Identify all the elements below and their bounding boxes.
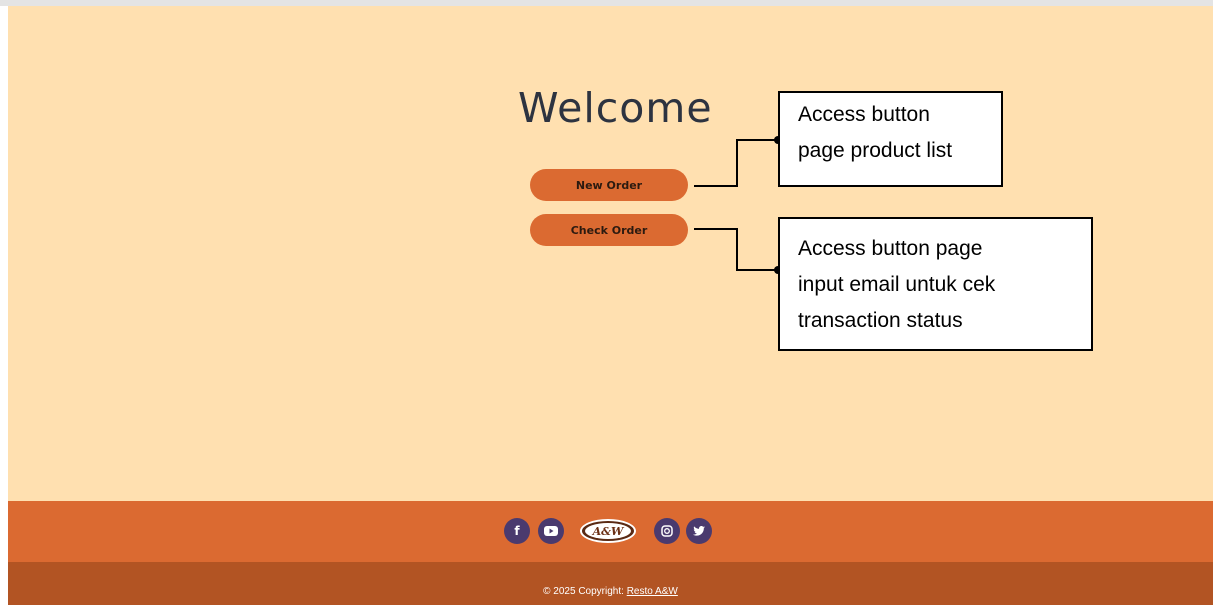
callout-new-order: Access button page product list	[778, 91, 1003, 187]
twitter-icon[interactable]	[686, 518, 712, 544]
aw-logo: A&W	[580, 519, 636, 543]
facebook-icon[interactable]: f	[504, 518, 530, 544]
callout-line: Access button page	[798, 237, 983, 260]
copyright-text: © 2025 Copyright:	[543, 586, 624, 597]
connector-new-order	[694, 139, 778, 187]
connector-check-order	[694, 228, 778, 271]
callout-check-order: Access button page input email untuk cek…	[778, 217, 1093, 351]
youtube-icon[interactable]	[538, 518, 564, 544]
copyright-link[interactable]: Resto A&W	[627, 586, 678, 597]
callout-line: Access button	[798, 103, 930, 126]
copyright-bar: © 2025 Copyright: Resto A&W	[8, 562, 1213, 605]
callout-line: input email untuk cek	[798, 273, 996, 296]
instagram-icon[interactable]	[654, 518, 680, 544]
callout-line: page product list	[798, 139, 953, 162]
callout-line: transaction status	[798, 309, 963, 332]
